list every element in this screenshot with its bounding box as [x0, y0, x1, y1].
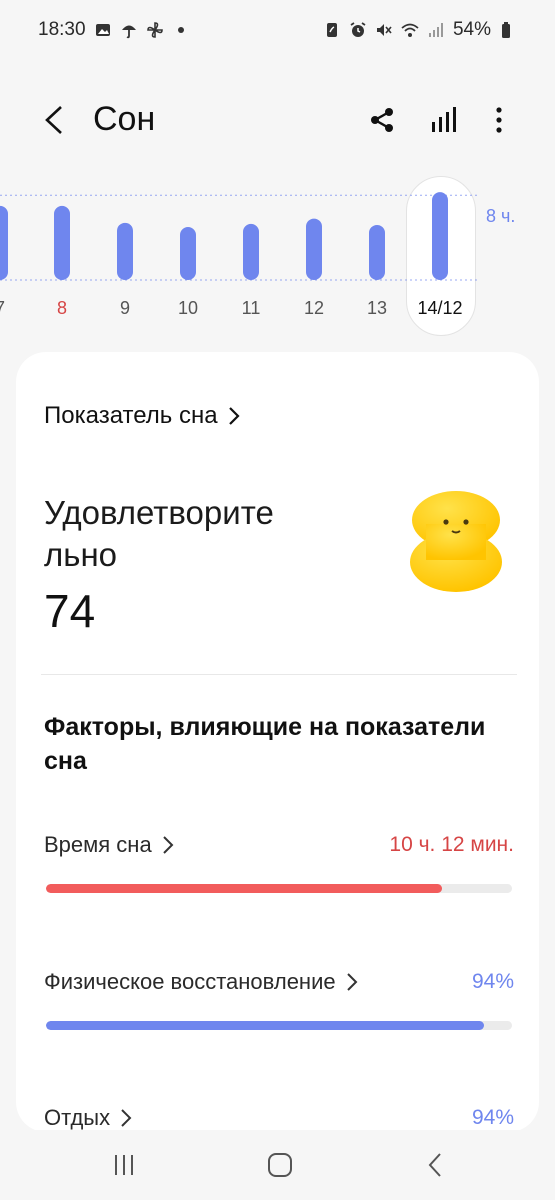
score-value: 74	[44, 585, 96, 637]
navigation-bar	[0, 1130, 555, 1200]
chevron-right-icon	[120, 1108, 136, 1128]
home-icon	[268, 1153, 292, 1177]
share-button[interactable]	[364, 102, 400, 138]
status-right: 54%	[323, 19, 517, 41]
chart-day-label[interactable]: 10	[158, 298, 218, 319]
factor-value: 10 ч. 12 мин.	[389, 833, 514, 856]
sleep-mascot-icon	[408, 490, 504, 594]
stats-button[interactable]	[426, 102, 462, 138]
mute-icon	[375, 21, 393, 39]
score-status: Удовлетворите льно	[44, 494, 274, 573]
progress-track	[46, 884, 512, 893]
chevron-right-icon	[346, 972, 362, 992]
chevron-right-icon	[162, 835, 178, 855]
sleep-bar[interactable]	[243, 223, 259, 280]
chart-day-label[interactable]: 14/12	[410, 298, 470, 319]
back-button[interactable]	[36, 102, 72, 138]
sleep-bar[interactable]	[180, 227, 196, 280]
signal-icon	[427, 21, 445, 39]
back-chevron-icon	[45, 106, 62, 134]
back-icon	[428, 1153, 441, 1177]
recent-apps-button[interactable]	[104, 1150, 144, 1180]
sleep-score-card: Показатель сна Удовлетворите льно 74 Фак…	[16, 352, 539, 1132]
status-time: 18:30	[38, 19, 86, 40]
battery-percent: 54%	[452, 19, 491, 40]
progress-fill	[46, 884, 443, 893]
image-icon	[94, 21, 112, 39]
factor-name: Время сна	[44, 832, 152, 857]
chevron-right-icon	[228, 406, 244, 426]
dot-icon	[172, 21, 190, 39]
goal-label: 8 ч.	[486, 206, 516, 226]
page-title: Сон	[93, 100, 156, 138]
factor-sleep-time[interactable]: Время сна 10 ч. 12 мин.	[44, 832, 514, 902]
sleep-bar[interactable]	[306, 218, 322, 280]
alarm-icon	[349, 21, 367, 39]
progress-fill	[46, 1021, 485, 1030]
progress-track	[46, 1021, 512, 1030]
more-options-button[interactable]	[481, 102, 517, 138]
factor-value: 94%	[471, 1106, 514, 1129]
factor-name: Отдых	[44, 1105, 111, 1130]
sleep-bar[interactable]	[0, 205, 8, 280]
factor-physical-recovery[interactable]: Физическое восстановление 94%	[44, 969, 514, 1039]
status-left: 18:30	[38, 19, 190, 41]
home-button[interactable]	[260, 1150, 300, 1180]
pinwheel-icon	[146, 21, 164, 39]
chart-day-label[interactable]: 12	[284, 298, 344, 319]
sleep-bar[interactable]	[432, 192, 448, 280]
bar-chart-icon	[432, 107, 456, 132]
chart-day-label[interactable]: 7	[0, 298, 30, 319]
sleep-bar[interactable]	[117, 222, 133, 280]
chart-day-label[interactable]: 13	[347, 298, 407, 319]
chart-day-label[interactable]: 9	[95, 298, 155, 319]
sleep-score-label: Показатель сна	[44, 402, 218, 429]
recent-apps-icon	[115, 1155, 133, 1175]
factor-value: 94%	[471, 970, 514, 993]
chart-day-label[interactable]: 8	[32, 298, 92, 319]
factor-rest[interactable]: Отдых 94%	[44, 1105, 514, 1132]
battery-icon	[499, 21, 517, 39]
status-bar: 18:30 54%	[0, 0, 555, 60]
app-header: Сон	[0, 90, 555, 150]
factors-title: Факторы, влияющие на показатели сна	[44, 713, 486, 775]
chart-day-label[interactable]: 11	[221, 298, 281, 319]
umbrella-icon	[120, 21, 138, 39]
factor-name: Физическое восстановление	[44, 969, 336, 994]
nav-back-button[interactable]	[415, 1150, 455, 1180]
more-vertical-icon	[496, 107, 502, 133]
nfc-icon	[323, 21, 341, 39]
wifi-icon	[401, 21, 419, 39]
share-icon	[371, 108, 393, 132]
divider	[41, 674, 517, 675]
sleep-score-link[interactable]: Показатель сна	[44, 402, 244, 430]
sleep-bar[interactable]	[54, 205, 70, 280]
sleep-chart: 7891011121314/12 8 ч.	[0, 170, 555, 340]
sleep-bar[interactable]	[369, 224, 385, 280]
